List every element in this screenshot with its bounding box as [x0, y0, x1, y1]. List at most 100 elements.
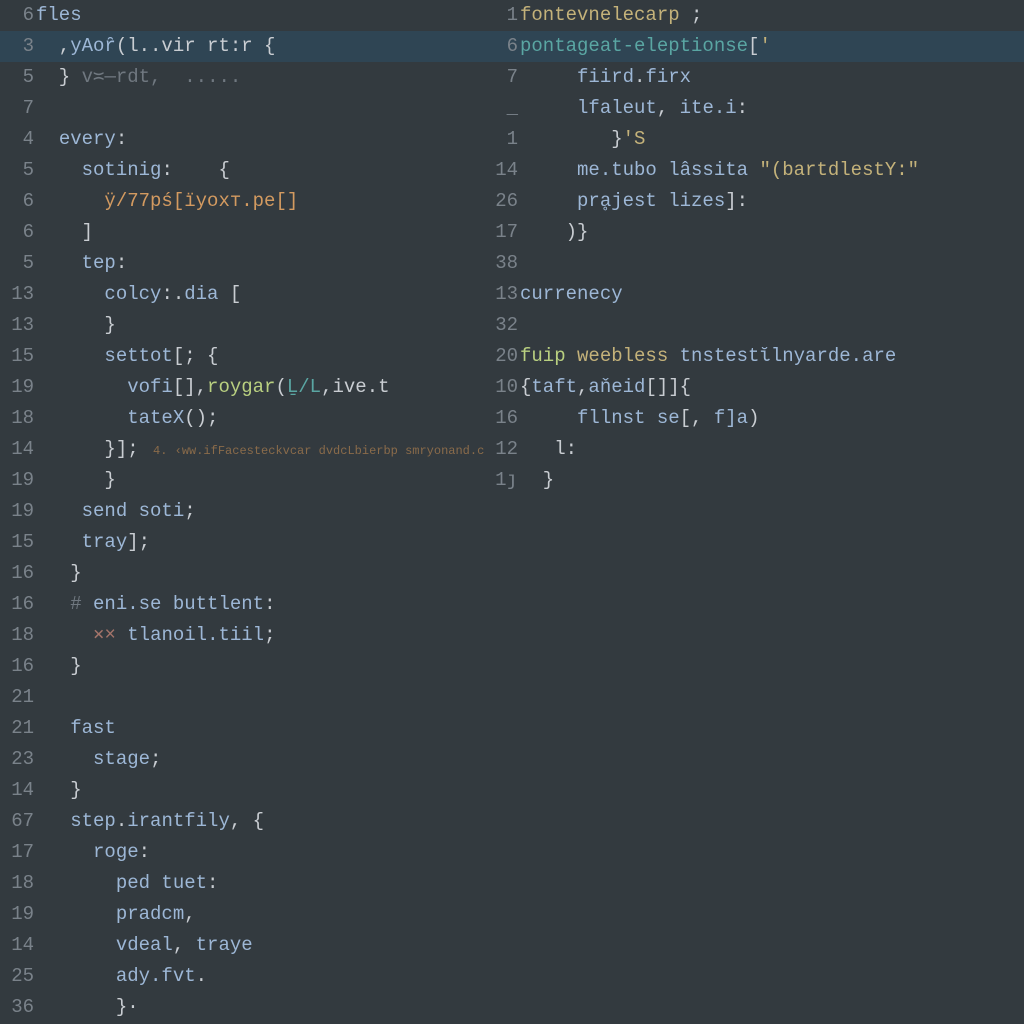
code-line[interactable]: pontageat-eleptionse[': [520, 31, 1024, 62]
code-line[interactable]: }: [36, 465, 484, 496]
code-line[interactable]: ÿ/77pś[ïyoxт.pe[]: [36, 186, 484, 217]
token-prop: traye: [196, 934, 253, 956]
token-prop: ady.fvt: [116, 965, 196, 987]
token-punc: ,: [184, 903, 195, 925]
code-line[interactable]: colcy:.dia [: [36, 279, 484, 310]
token-muted: v≍—rdt, .....: [82, 66, 242, 88]
token-fn: fuip: [520, 345, 577, 367]
line-number: 15: [0, 341, 34, 372]
code-line[interactable]: tep:: [36, 248, 484, 279]
token-punc: []]{: [645, 376, 691, 398]
token-prop: eni.se buttlent: [93, 593, 264, 615]
token-prop: vdeal: [116, 934, 173, 956]
code-line[interactable]: }]; 4. ‹ww.ifFacesteckvcar dvdcLbierbp s…: [36, 434, 484, 465]
line-number: 10: [484, 372, 518, 403]
token-prop: tlanoil.tiil: [127, 624, 264, 646]
token-punc: {: [520, 376, 531, 398]
code-line[interactable]: [520, 310, 1024, 341]
code-line[interactable]: [36, 93, 484, 124]
code-line[interactable]: stage;: [36, 744, 484, 775]
code-line[interactable]: fast: [36, 713, 484, 744]
code-line[interactable]: fontevnelecarp ;: [520, 0, 1024, 31]
line-number: 16: [0, 651, 34, 682]
code-line[interactable]: every:: [36, 124, 484, 155]
code-line[interactable]: l:: [520, 434, 1024, 465]
code-content-right[interactable]: fontevnelecarp ;pontageat-eleptionse[' f…: [520, 0, 1024, 496]
line-number: 20: [484, 341, 518, 372]
line-number: 1ȷ: [484, 465, 518, 496]
token-punc: [36, 531, 82, 553]
code-line[interactable]: fllnst se[, f]a): [520, 403, 1024, 434]
code-line[interactable]: ady.fvt.: [36, 961, 484, 992]
code-line[interactable]: fiird.firx: [520, 62, 1024, 93]
code-line[interactable]: vdeal, traye: [36, 930, 484, 961]
code-line[interactable]: )}: [520, 217, 1024, 248]
token-prop: tray: [82, 531, 128, 553]
editor-pane-right[interactable]: 167_1142617381332201016121ȷ fontevneleca…: [484, 0, 1024, 1024]
code-content-left[interactable]: fles ,yAoȓ(l..vir rt:r { } v≍—rdt, .....…: [36, 0, 484, 1024]
code-line[interactable]: step.irantfily, {: [36, 806, 484, 837]
editor-pane-left[interactable]: 6357456651313151918141919151616181621212…: [0, 0, 484, 1024]
code-line[interactable]: currenecy: [520, 279, 1024, 310]
code-line[interactable]: vofi[],roygar(Ḻ/L,ive.t: [36, 372, 484, 403]
token-punc: [: [748, 35, 759, 57]
code-line[interactable]: }: [36, 310, 484, 341]
code-line[interactable]: }: [36, 775, 484, 806]
code-line[interactable]: ⨯× tlanoil.tiil;: [36, 620, 484, 651]
code-line[interactable]: }: [36, 558, 484, 589]
code-line[interactable]: settot[; {: [36, 341, 484, 372]
code-line[interactable]: fuip weebless tnstestῐlnyarde.are: [520, 341, 1024, 372]
token-punc: [36, 717, 70, 739]
code-line[interactable]: ped tuet:: [36, 868, 484, 899]
token-prop: roge: [93, 841, 139, 863]
line-number: 16: [0, 558, 34, 589]
code-line[interactable]: } v≍—rdt, .....: [36, 62, 484, 93]
token-punc: [36, 407, 127, 429]
token-prop: fast: [70, 717, 116, 739]
code-line[interactable]: send soti;: [36, 496, 484, 527]
code-line[interactable]: # eni.se buttlent:: [36, 589, 484, 620]
code-line[interactable]: [36, 682, 484, 713]
code-line[interactable]: }: [520, 465, 1024, 496]
code-line[interactable]: roge:: [36, 837, 484, 868]
line-number: 6: [0, 186, 34, 217]
token-prop: ite.i: [680, 97, 737, 119]
code-line[interactable]: tray];: [36, 527, 484, 558]
code-line[interactable]: ,yAoȓ(l..vir rt:r {: [36, 31, 484, 62]
line-number: 21: [0, 682, 34, 713]
code-line[interactable]: pradcm,: [36, 899, 484, 930]
code-line[interactable]: lfaleut, ite.i:: [520, 93, 1024, 124]
token-prop: fllnst se: [577, 407, 680, 429]
token-punc: [36, 841, 93, 863]
token-str2: weebless: [577, 345, 680, 367]
token-punc: ]: [36, 221, 93, 243]
token-punc: [36, 283, 104, 305]
line-number: 19: [0, 372, 34, 403]
token-comment: 4. ‹ww.ifFacesteckvcar dvdcLbierbp smryo…: [139, 444, 484, 458]
code-line[interactable]: ]: [36, 217, 484, 248]
token-str2: ': [759, 35, 770, 57]
code-line[interactable]: {taft,aňeid[]]{: [520, 372, 1024, 403]
code-line[interactable]: }'S: [520, 124, 1024, 155]
token-punc: [36, 376, 127, 398]
code-line[interactable]: fles: [36, 0, 484, 31]
token-prop: sotinig: [82, 159, 162, 181]
token-punc: (: [275, 376, 286, 398]
token-punc: [82, 593, 93, 615]
code-line[interactable]: prḁjest lizes]:: [520, 186, 1024, 217]
code-line[interactable]: }: [36, 651, 484, 682]
token-str: ÿ/77pś[ïyoxт.pe[: [104, 190, 286, 212]
line-number: _: [484, 93, 518, 124]
code-line[interactable]: [520, 248, 1024, 279]
line-number: 23: [0, 744, 34, 775]
code-line[interactable]: sotinig: {: [36, 155, 484, 186]
line-number: 18: [0, 868, 34, 899]
token-punc: [36, 748, 93, 770]
code-line[interactable]: tateX();: [36, 403, 484, 434]
token-punc: }: [36, 779, 82, 801]
code-line[interactable]: }·: [36, 992, 484, 1023]
token-punc: ): [748, 407, 759, 429]
code-line[interactable]: me.tubo lâssita "(bartdlestY:": [520, 155, 1024, 186]
token-prop: firx: [645, 66, 691, 88]
token-punc: ;: [184, 500, 195, 522]
